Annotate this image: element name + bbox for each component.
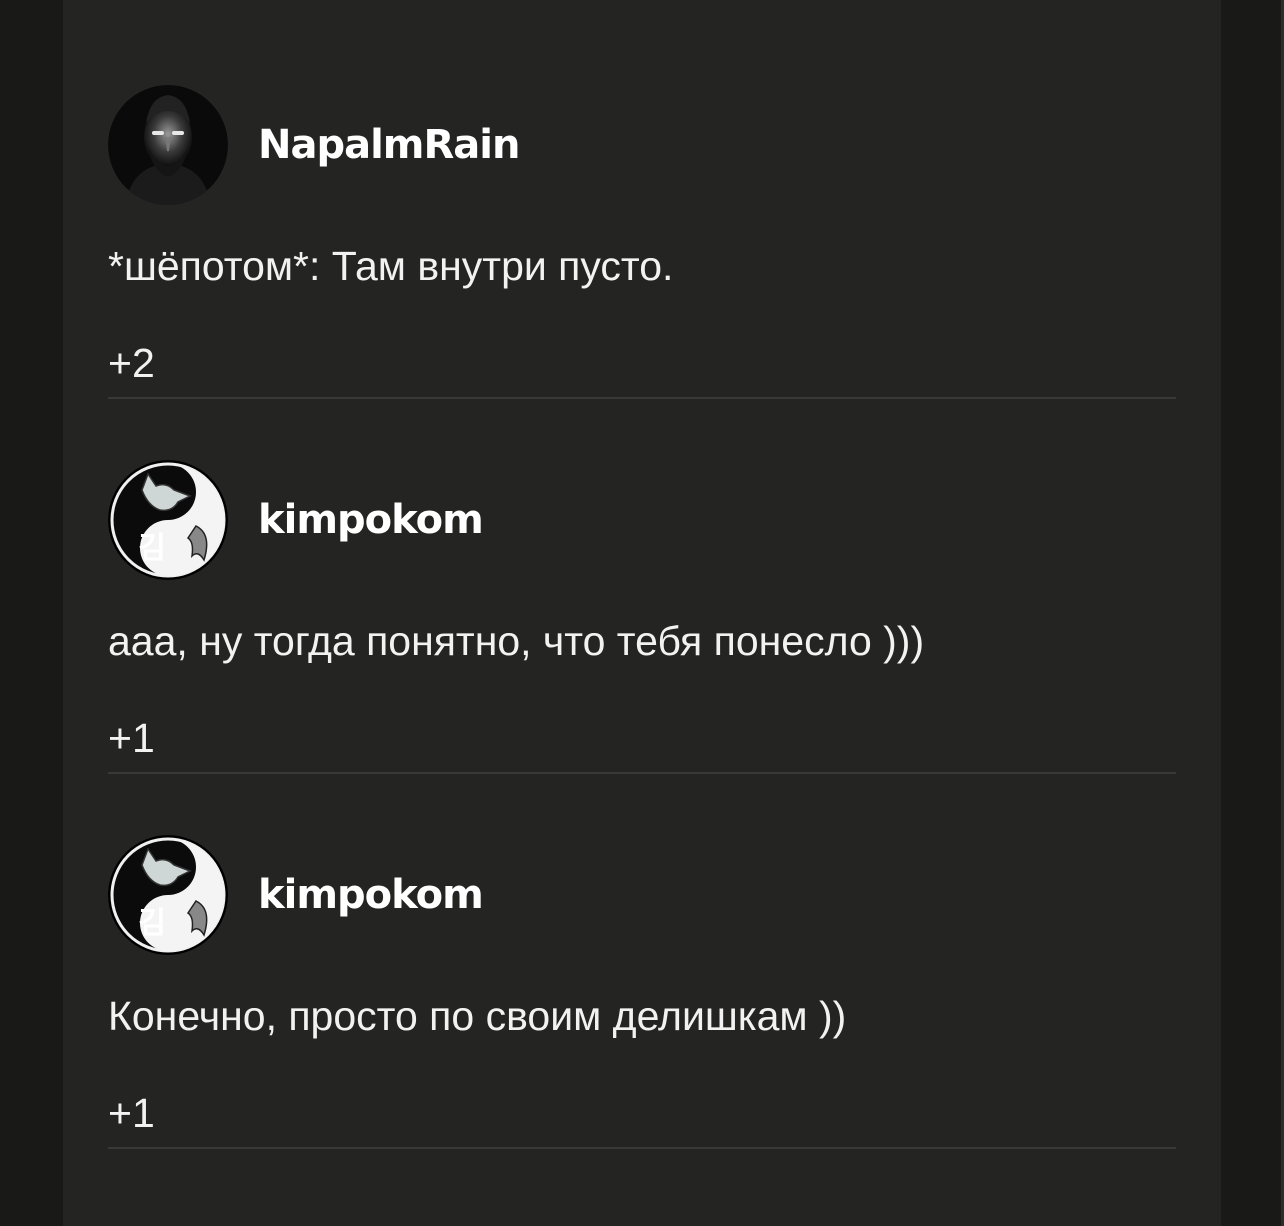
comment-header: 김 kimpokom xyxy=(108,835,1176,955)
vote-count[interactable]: +1 xyxy=(108,712,155,764)
comment-author[interactable]: NapalmRain xyxy=(258,119,520,171)
comment-text: Конечно, просто по своим делишкам )) xyxy=(108,993,847,1039)
comment-header: NapalmRain xyxy=(108,85,1176,205)
comment-author[interactable]: kimpokom xyxy=(258,869,484,921)
fox-yin-yang-avatar-icon[interactable]: 김 xyxy=(108,835,228,955)
comment-header: 김 kimpokom xyxy=(108,460,1176,580)
page: NapalmRain *шёпотом*: Там внутри пусто. … xyxy=(0,0,1284,1226)
comment-divider xyxy=(108,772,1176,774)
fox-yin-yang-avatar-icon[interactable]: 김 xyxy=(108,460,228,580)
comment-text: ааа, ну тогда понятно, что тебя понесло … xyxy=(108,618,925,664)
comment-text: *шёпотом*: Там внутри пусто. xyxy=(108,243,674,289)
bearded-man-avatar-icon[interactable] xyxy=(108,85,228,205)
vote-count[interactable]: +2 xyxy=(108,337,155,389)
comment-divider xyxy=(108,397,1176,399)
svg-text:김: 김 xyxy=(138,906,166,941)
svg-text:김: 김 xyxy=(138,531,166,566)
vote-count[interactable]: +1 xyxy=(108,1087,155,1139)
comment-divider xyxy=(108,1147,1176,1149)
comment-author[interactable]: kimpokom xyxy=(258,494,484,546)
